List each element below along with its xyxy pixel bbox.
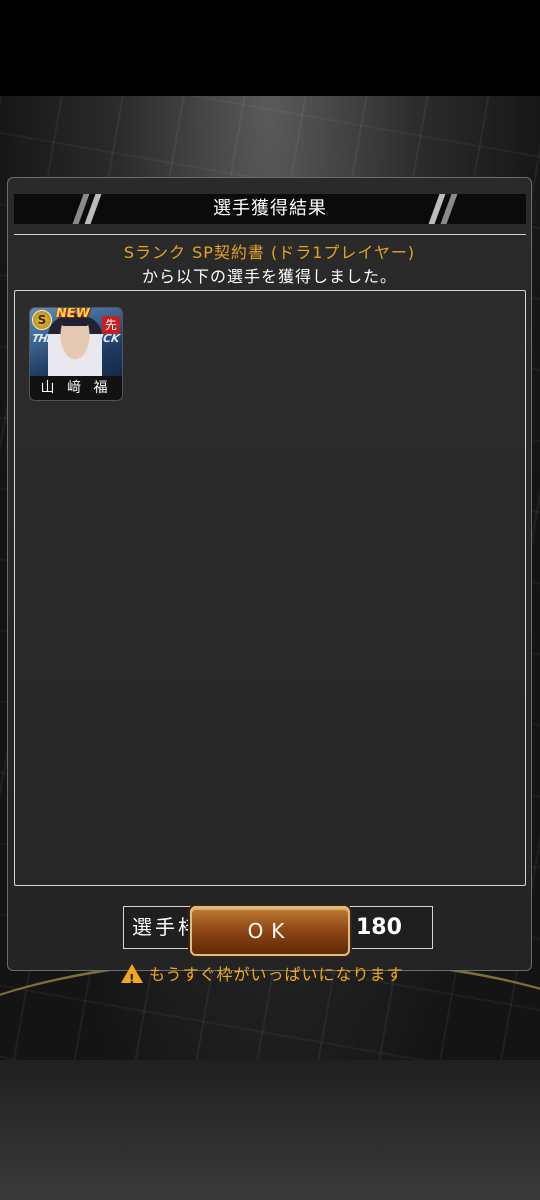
divider xyxy=(14,234,526,235)
warning-text: もうすぐ枠がいっぱいになります xyxy=(149,965,404,984)
result-message: から以下の選手を獲得しました。 xyxy=(141,267,397,286)
dialog-title: 選手獲得結果 xyxy=(213,198,327,219)
acquisition-result-dialog: 選手獲得結果 Sランク SP契約書 (ドラ1プレイヤー) から以下の選手を獲得し… xyxy=(7,177,532,990)
position-badge: 先 xyxy=(102,316,120,334)
stadium-stands xyxy=(0,1060,540,1200)
card-text-left: THE xyxy=(30,332,55,345)
status-bar xyxy=(0,0,540,96)
ok-button[interactable]: OK xyxy=(190,906,350,956)
contract-name: Sランク SP契約書 (ドラ1プレイヤー) xyxy=(123,243,416,262)
slot-warning: もうすぐ枠がいっぱいになります xyxy=(121,961,404,990)
player-name: 山 﨑 福 xyxy=(30,376,122,400)
warning-icon xyxy=(121,964,143,990)
player-card[interactable]: THE ICK S 先 NEW 山 﨑 福 xyxy=(29,307,123,401)
rank-badge: S xyxy=(32,310,52,330)
title-bar: 選手獲得結果 xyxy=(14,194,526,224)
acquired-players-list: THE ICK S 先 NEW 山 﨑 福 選手枠: 175 / 180 もうす… xyxy=(14,290,526,990)
slot-max: 180 xyxy=(356,915,402,940)
new-label: NEW xyxy=(56,307,91,321)
